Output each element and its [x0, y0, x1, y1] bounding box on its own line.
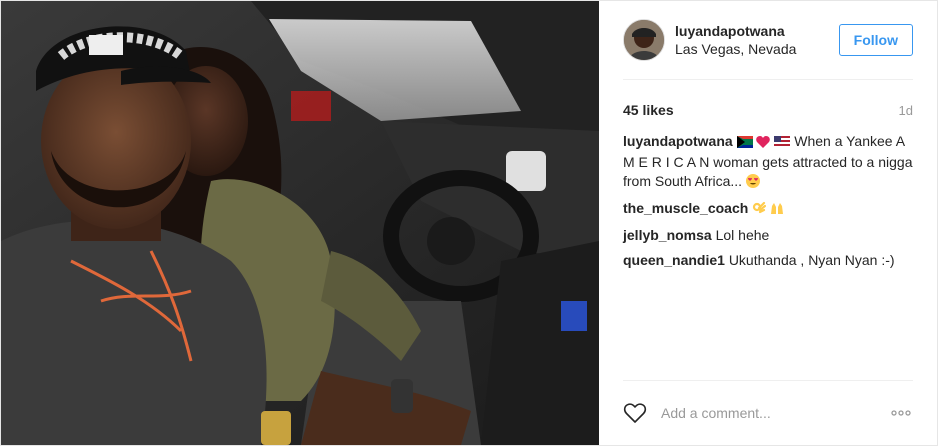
red-heart-emoji	[756, 134, 771, 153]
instagram-post: luyandapotwana Las Vegas, Nevada Follow …	[0, 0, 938, 446]
comment-text: Ukuthanda , Nyan Nyan :-)	[728, 252, 895, 268]
car-selfie-image	[1, 1, 599, 445]
comments-list: luyandapotwana When a Yankee A M E R I C…	[623, 132, 913, 276]
follow-button[interactable]: Follow	[838, 24, 913, 56]
comment-author[interactable]: queen_nandie1	[623, 252, 725, 268]
add-comment-input[interactable]	[659, 404, 889, 422]
post-side-panel: luyandapotwana Las Vegas, Nevada Follow …	[599, 1, 937, 445]
comment-author[interactable]: luyandapotwana	[623, 133, 733, 149]
post-photo[interactable]	[1, 1, 599, 445]
raised-hands-emoji	[770, 201, 784, 220]
caption: luyandapotwana When a Yankee A M E R I C…	[623, 132, 913, 193]
comment-item: the_muscle_coach	[623, 199, 913, 220]
post-stats: 45 likes 1d	[623, 80, 913, 132]
comment-item: jellyb_nomsa Lol hehe	[623, 226, 913, 245]
likes-count[interactable]: 45 likes	[623, 102, 674, 118]
south-africa-flag-emoji	[736, 134, 753, 153]
heart-outline-icon[interactable]	[623, 401, 647, 425]
ok-hand-emoji	[752, 201, 767, 220]
user-block: luyandapotwana Las Vegas, Nevada	[675, 23, 839, 57]
us-flag-emoji	[774, 134, 791, 153]
avatar[interactable]	[623, 19, 665, 61]
comment-author[interactable]: the_muscle_coach	[623, 200, 748, 216]
post-footer	[623, 380, 913, 445]
post-timestamp[interactable]: 1d	[899, 103, 913, 118]
location-link[interactable]: Las Vegas, Nevada	[675, 41, 839, 57]
post-header: luyandapotwana Las Vegas, Nevada Follow	[623, 1, 913, 80]
username-link[interactable]: luyandapotwana	[675, 23, 839, 39]
avatar-image	[624, 20, 664, 60]
more-options-icon[interactable]	[889, 401, 913, 425]
comment-text: Lol hehe	[715, 227, 770, 243]
heart-eyes-emoji	[745, 174, 760, 193]
comment-item: queen_nandie1 Ukuthanda , Nyan Nyan :-)	[623, 251, 913, 270]
comment-author[interactable]: jellyb_nomsa	[623, 227, 712, 243]
